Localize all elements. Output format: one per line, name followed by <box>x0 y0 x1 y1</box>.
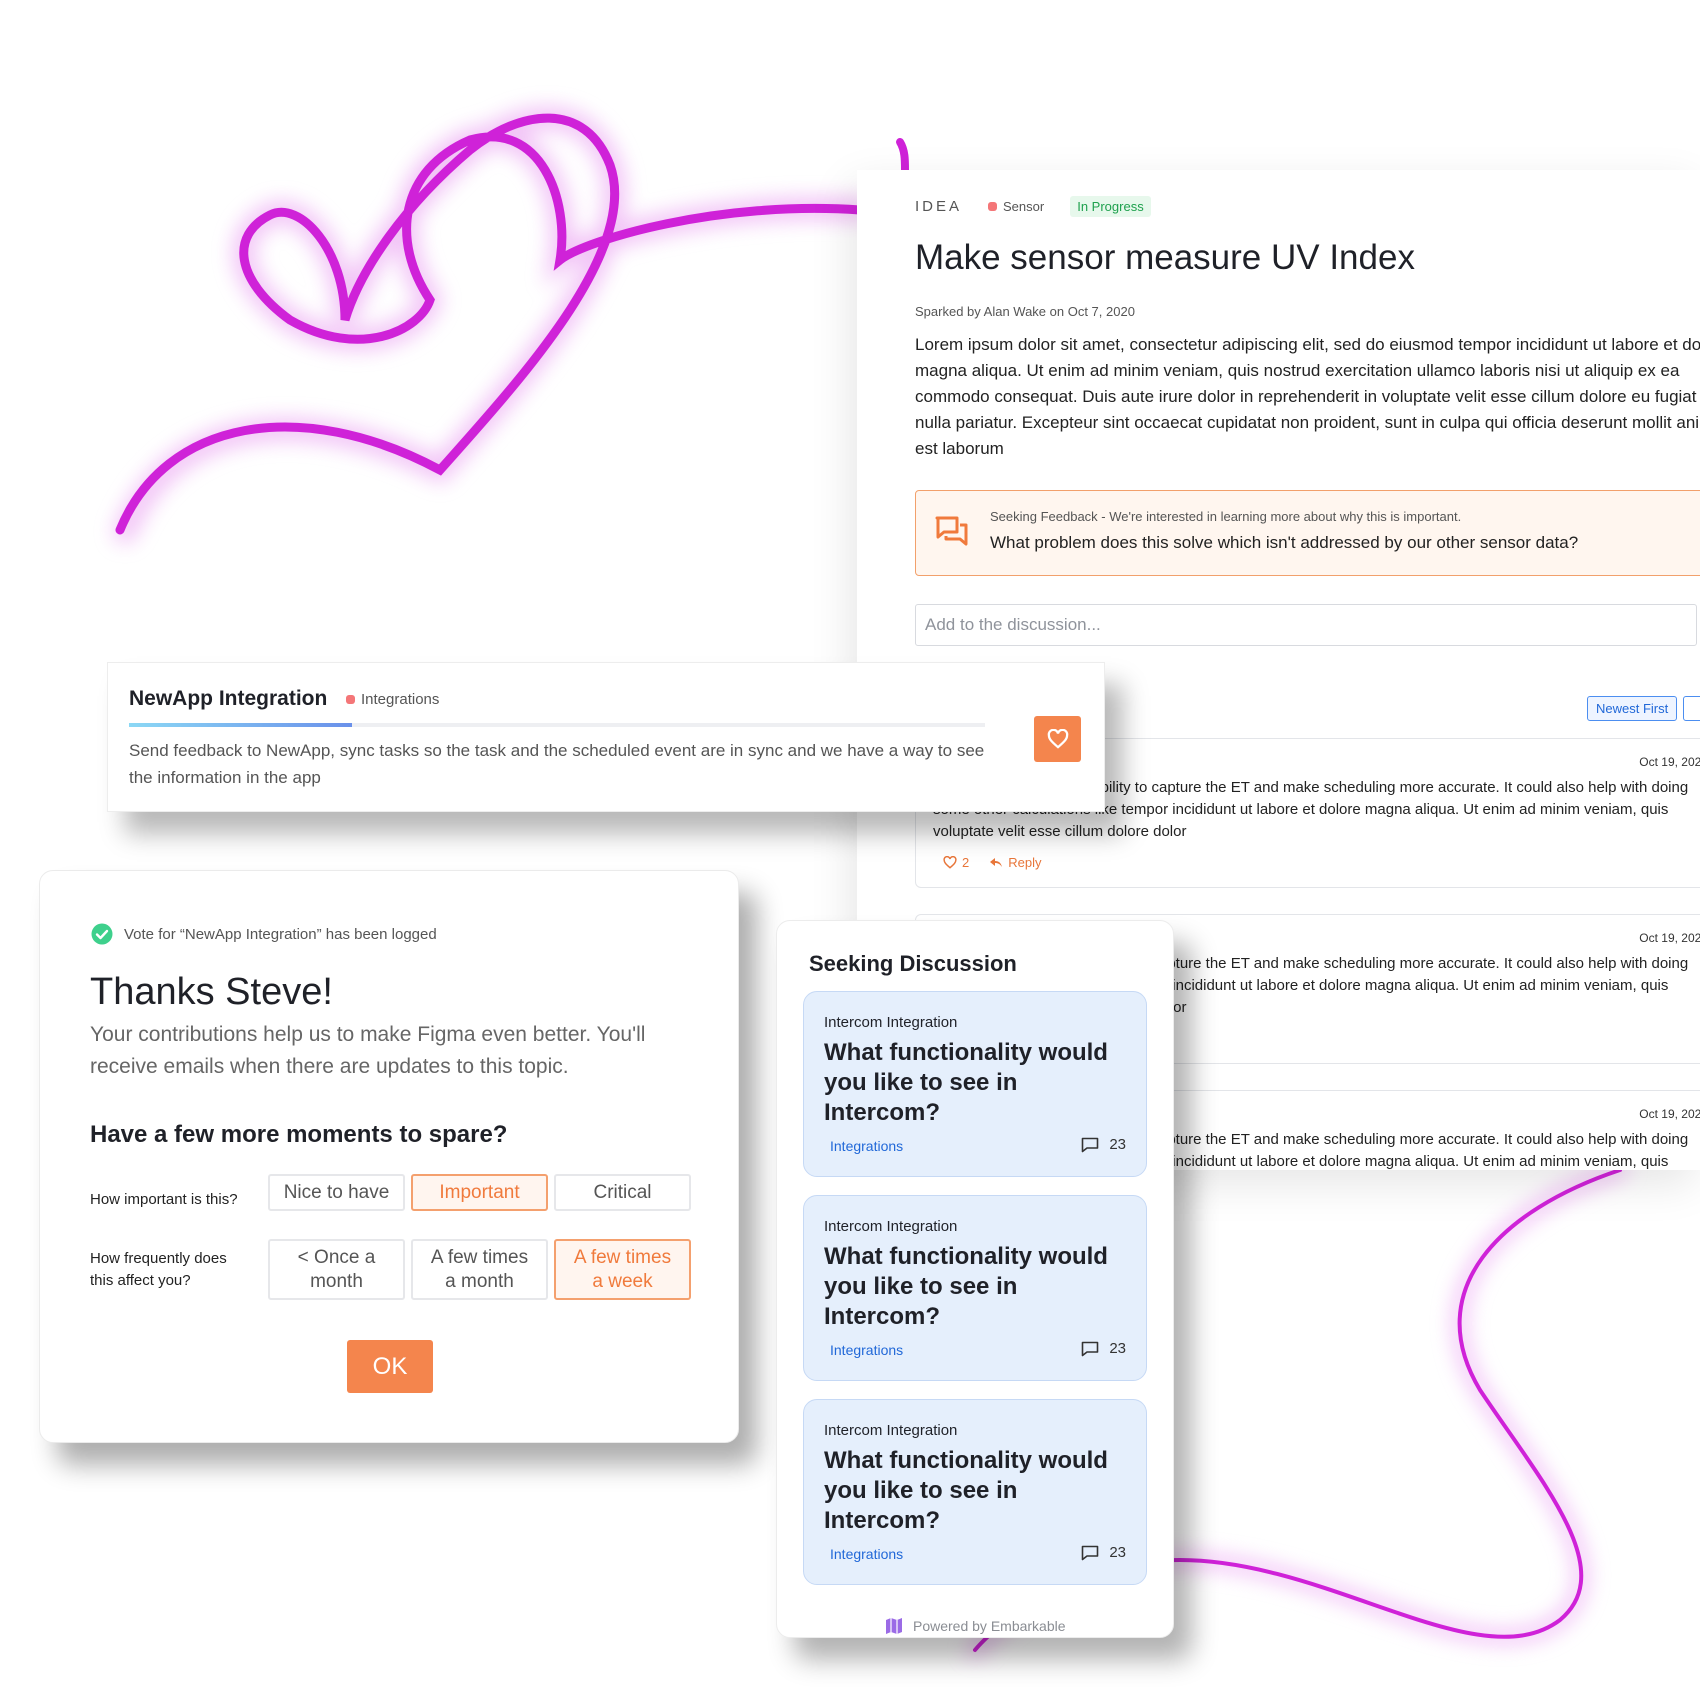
vote-logged-text: Vote for “NewApp Integration” has been l… <box>124 925 437 943</box>
status-badge: In Progress <box>1070 196 1151 217</box>
feedback-label: Seeking Feedback - We're interested in l… <box>990 509 1462 524</box>
comment-count-value: 23 <box>1109 1544 1126 1561</box>
thanks-message: Your contributions help us to make Figma… <box>90 1023 646 1078</box>
category-tag[interactable]: Sensor <box>988 199 1044 214</box>
embarkable-logo-icon <box>886 1618 902 1634</box>
comment-count: 23 <box>1081 1136 1126 1153</box>
importance-option[interactable]: Critical <box>554 1174 691 1211</box>
idea-meta-row: IDEA Sensor In Progress <box>915 196 1151 217</box>
powered-by-text: Powered by Embarkable <box>913 1618 1066 1634</box>
ok-button[interactable]: OK <box>347 1340 433 1393</box>
newapp-title: NewApp Integration <box>129 687 328 710</box>
sort-alternate-button[interactable] <box>1683 696 1700 721</box>
idea-kind-label: IDEA <box>915 198 963 215</box>
comment-count-value: 23 <box>1109 1136 1126 1153</box>
reply-arrow-icon <box>990 857 1003 867</box>
check-circle-icon <box>91 923 113 945</box>
discussion-tag[interactable]: Integrations <box>830 1342 903 1358</box>
comment-bubble-icon <box>1082 1341 1099 1356</box>
comment-date: Oct 19, 2020 <box>1639 755 1700 769</box>
importance-option[interactable]: Nice to have <box>268 1174 405 1211</box>
category-label: Sensor <box>1003 199 1045 214</box>
frequency-option-selected[interactable]: A few times a week <box>554 1239 691 1300</box>
sort-controls: Newest First <box>1587 696 1700 721</box>
discussion-tag[interactable]: Integrations <box>830 1546 903 1562</box>
discussion-topic-name: Intercom Integration <box>824 1218 958 1235</box>
newapp-progress-bar <box>129 723 985 727</box>
comment-date: Oct 19, 2020 <box>1639 931 1700 945</box>
chat-bubbles-icon <box>935 516 968 546</box>
frequency-options: < Once a month A few times a month A few… <box>268 1239 691 1300</box>
category-dot-icon <box>346 695 355 704</box>
discussion-card[interactable]: Intercom Integration What functionality … <box>803 991 1147 1177</box>
newapp-integration-card[interactable]: NewApp Integration Integrations Send fee… <box>107 662 1105 812</box>
powered-by-footer[interactable]: Powered by Embarkable <box>885 1617 1066 1635</box>
comment-bubble-icon <box>1082 1137 1099 1152</box>
discussion-question: What functionality would you like to see… <box>824 1243 1108 1330</box>
discussion-tag[interactable]: Integrations <box>830 1138 903 1154</box>
idea-title: Make sensor measure UV Index <box>915 238 1415 277</box>
newapp-tag-label: Integrations <box>361 691 440 708</box>
discussion-topic-name: Intercom Integration <box>824 1014 958 1031</box>
importance-question: How important is this? <box>90 1191 238 1208</box>
comment-count: 23 <box>1081 1544 1126 1561</box>
comment-count: 23 <box>1081 1340 1126 1357</box>
vote-logged-status: Vote for “NewApp Integration” has been l… <box>91 923 437 945</box>
idea-description: Lorem ipsum dolor sit amet, consectetur … <box>915 335 1700 458</box>
reply-button[interactable]: Reply <box>989 855 1041 870</box>
discussion-topic-name: Intercom Integration <box>824 1422 958 1439</box>
category-dot-icon <box>988 202 998 211</box>
seeking-discussion-widget: Seeking Discussion Intercom Integration … <box>776 920 1174 1638</box>
comment-actions: 2 Reply <box>943 855 1041 870</box>
vote-confirmation-modal: Vote for “NewApp Integration” has been l… <box>39 870 739 1443</box>
idea-byline: Sparked by Alan Wake on Oct 7, 2020 <box>915 304 1135 319</box>
vote-button[interactable] <box>1034 716 1081 762</box>
importance-options: Nice to have Important Critical <box>268 1174 691 1211</box>
comment-date: Oct 19, 2020 <box>1639 1107 1700 1121</box>
frequency-option[interactable]: A few times a month <box>411 1239 548 1300</box>
frequency-question: How frequently does this affect you? <box>90 1250 227 1289</box>
reply-label: Reply <box>1008 855 1042 870</box>
thanks-title: Thanks Steve! <box>90 971 333 1013</box>
discussion-question: What functionality would you like to see… <box>824 1447 1108 1534</box>
feedback-question: What problem does this solve which isn't… <box>990 533 1579 552</box>
seeking-feedback-callout: Seeking Feedback - We're interested in l… <box>915 490 1700 576</box>
sort-newest-button[interactable]: Newest First <box>1587 696 1678 721</box>
frequency-option[interactable]: < Once a month <box>268 1239 405 1300</box>
seeking-discussion-title: Seeking Discussion <box>809 951 1017 976</box>
like-button[interactable]: 2 <box>943 855 969 870</box>
importance-option-selected[interactable]: Important <box>411 1174 548 1211</box>
newapp-progress-fill <box>129 723 352 727</box>
newapp-description: Send feedback to NewApp, sync tasks so t… <box>129 741 985 787</box>
heart-outline-icon <box>943 856 957 869</box>
discussion-question: What functionality would you like to see… <box>824 1039 1108 1126</box>
like-count: 2 <box>962 855 970 870</box>
newapp-category-tag[interactable]: Integrations <box>346 691 439 708</box>
followup-heading: Have a few more moments to spare? <box>90 1121 508 1148</box>
discussion-card[interactable]: Intercom Integration What functionality … <box>803 1195 1147 1381</box>
heart-icon <box>1047 729 1068 749</box>
discussion-input[interactable] <box>915 604 1697 646</box>
discussion-card[interactable]: Intercom Integration What functionality … <box>803 1399 1147 1585</box>
comment-count-value: 23 <box>1109 1340 1126 1357</box>
comment-bubble-icon <box>1082 1545 1099 1560</box>
